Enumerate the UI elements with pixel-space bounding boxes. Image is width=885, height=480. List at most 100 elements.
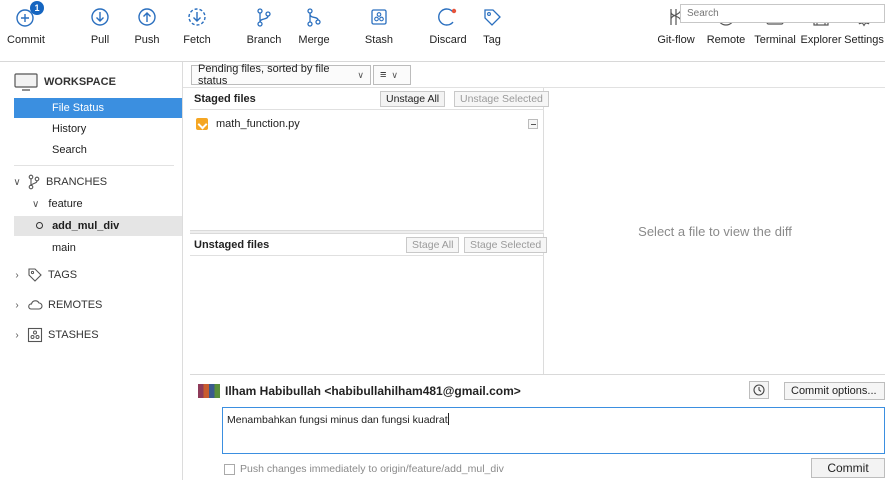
chevron-down-icon: ∨ [391, 69, 399, 80]
pull-icon [87, 4, 113, 30]
discard-button[interactable]: Discard [427, 4, 469, 58]
chevron-right-icon: › [15, 329, 19, 341]
remotes-label: REMOTES [48, 299, 103, 311]
staged-file-name: math_function.py [216, 118, 300, 130]
staged-file-row[interactable]: math_function.py [190, 115, 544, 133]
diff-pane: Select a file to view the diff [545, 88, 885, 374]
tags-header[interactable]: › TAGS [12, 265, 77, 285]
view-mode-dropdown[interactable]: ≡ ∨ [373, 65, 411, 85]
merge-label: Merge [298, 34, 330, 46]
unstage-file-button[interactable] [528, 119, 538, 129]
tag-button[interactable]: Tag [477, 4, 507, 58]
chevron-down-icon: ∨ [32, 199, 40, 210]
chevron-down-icon: ∨ [357, 69, 364, 80]
commit-area: Ilham Habibullah <habibullahilham481@gma… [190, 374, 885, 480]
staged-files-header: Staged files Unstage All Unstage Selecte… [190, 88, 549, 110]
unstaged-files-header: Unstaged files Stage All Stage Selected [190, 234, 548, 256]
chevron-right-icon: › [15, 269, 19, 281]
author-label: Ilham Habibullah <habibullahilham481@gma… [225, 384, 521, 398]
fetch-icon [184, 4, 210, 30]
tag-icon [28, 268, 42, 282]
staged-files-title: Staged files [194, 92, 256, 105]
filter-bar: Pending files, sorted by file status ∨ ≡… [183, 62, 885, 88]
list-view-icon: ≡ [380, 69, 387, 81]
pull-button[interactable]: Pull [83, 4, 117, 58]
cloud-icon [28, 300, 43, 310]
discard-icon [435, 4, 461, 30]
commit-icon: 1 [13, 1, 44, 30]
file-lists-pane: Staged files Unstage All Unstage Selecte… [190, 88, 549, 374]
remotes-header[interactable]: › REMOTES [12, 295, 102, 315]
pull-label: Pull [90, 34, 110, 46]
gitflow-label: Git-flow [657, 34, 695, 46]
remote-label: Remote [706, 34, 746, 46]
sidebar: WORKSPACE File Status History Search ∨ B… [0, 62, 183, 480]
push-label: Push [134, 34, 160, 46]
merge-icon [301, 4, 327, 30]
push-icon [134, 4, 160, 30]
commit-button[interactable]: 1 Commit [6, 1, 46, 58]
branch-item-add-mul-div[interactable]: add_mul_div [14, 216, 182, 236]
push-checkbox-label: Push changes immediately to origin/featu… [240, 463, 504, 475]
push-immediately-option[interactable]: Push changes immediately to origin/featu… [224, 463, 504, 475]
explorer-label: Explorer [800, 34, 842, 46]
push-checkbox[interactable] [224, 463, 235, 475]
sidebar-item-history[interactable]: History [14, 119, 182, 139]
terminal-label: Terminal [754, 34, 796, 46]
stash-icon [27, 327, 43, 343]
stage-all-button[interactable]: Stage All [406, 237, 460, 253]
stash-label: Stash [364, 34, 394, 46]
commit-options-label: Commit options... [791, 385, 877, 397]
commit-count-badge: 1 [30, 1, 44, 15]
commit-author: Ilham Habibullah <habibullahilham481@gma… [198, 384, 521, 398]
branch-label: Branch [246, 34, 282, 46]
commit-history-button[interactable] [749, 381, 769, 399]
sidebar-divider [14, 165, 174, 166]
commit-submit-button[interactable]: Commit [811, 458, 885, 478]
clock-icon [753, 384, 765, 396]
current-branch-icon [36, 222, 43, 229]
stash-button[interactable]: Stash [362, 4, 396, 58]
commit-options-dropdown[interactable]: Commit options... ∨ [784, 382, 885, 400]
chevron-down-icon: ∨ [13, 176, 21, 188]
stage-selected-button[interactable]: Stage Selected [464, 237, 548, 253]
modified-file-icon [196, 118, 208, 130]
branch-folder-feature[interactable]: ∨ feature [14, 194, 182, 214]
fetch-button[interactable]: Fetch [180, 4, 214, 58]
branch-icon [251, 4, 277, 30]
diff-placeholder: Select a file to view the diff [638, 223, 792, 239]
tag-icon [479, 4, 505, 30]
monitor-icon [14, 73, 38, 91]
unstage-selected-button[interactable]: Unstage Selected [454, 91, 549, 107]
sort-dropdown[interactable]: Pending files, sorted by file status ∨ [191, 63, 371, 87]
sidebar-item-search[interactable]: Search [14, 140, 182, 160]
discard-label: Discard [429, 34, 467, 46]
branch-item-main[interactable]: main [14, 238, 182, 258]
commit-message-input[interactable]: Menambahkan fungsi minus dan fungsi kuad… [222, 407, 885, 454]
tag-label: Tag [483, 34, 501, 46]
workspace-header[interactable]: WORKSPACE [14, 71, 116, 93]
text-caret [447, 413, 449, 425]
tags-label: TAGS [48, 269, 78, 281]
branches-label: BRANCHES [46, 176, 108, 188]
settings-label: Settings [844, 34, 884, 46]
fetch-label: Fetch [183, 34, 211, 46]
merge-button[interactable]: Merge [294, 4, 334, 58]
branch-item-label: add_mul_div [52, 220, 120, 232]
workspace-label: WORKSPACE [44, 76, 116, 88]
branch-button[interactable]: Branch [244, 4, 284, 58]
sidebar-item-file-status[interactable]: File Status [14, 98, 182, 118]
chevron-right-icon: › [15, 299, 19, 311]
stashes-label: STASHES [48, 329, 99, 341]
branches-header[interactable]: ∨ BRANCHES [12, 172, 107, 192]
unstage-all-button[interactable]: Unstage All [380, 91, 446, 107]
search-input[interactable] [680, 4, 885, 23]
sort-dropdown-label: Pending files, sorted by file status [198, 63, 330, 87]
unstaged-files-title: Unstaged files [194, 238, 270, 251]
commit-message-text: Menambahkan fungsi minus dan fungsi kuad… [227, 414, 448, 426]
stash-icon [366, 4, 392, 30]
push-button[interactable]: Push [130, 4, 164, 58]
branch-icon [28, 174, 40, 190]
branch-folder-label: feature [48, 198, 83, 210]
stashes-header[interactable]: › STASHES [12, 325, 99, 345]
